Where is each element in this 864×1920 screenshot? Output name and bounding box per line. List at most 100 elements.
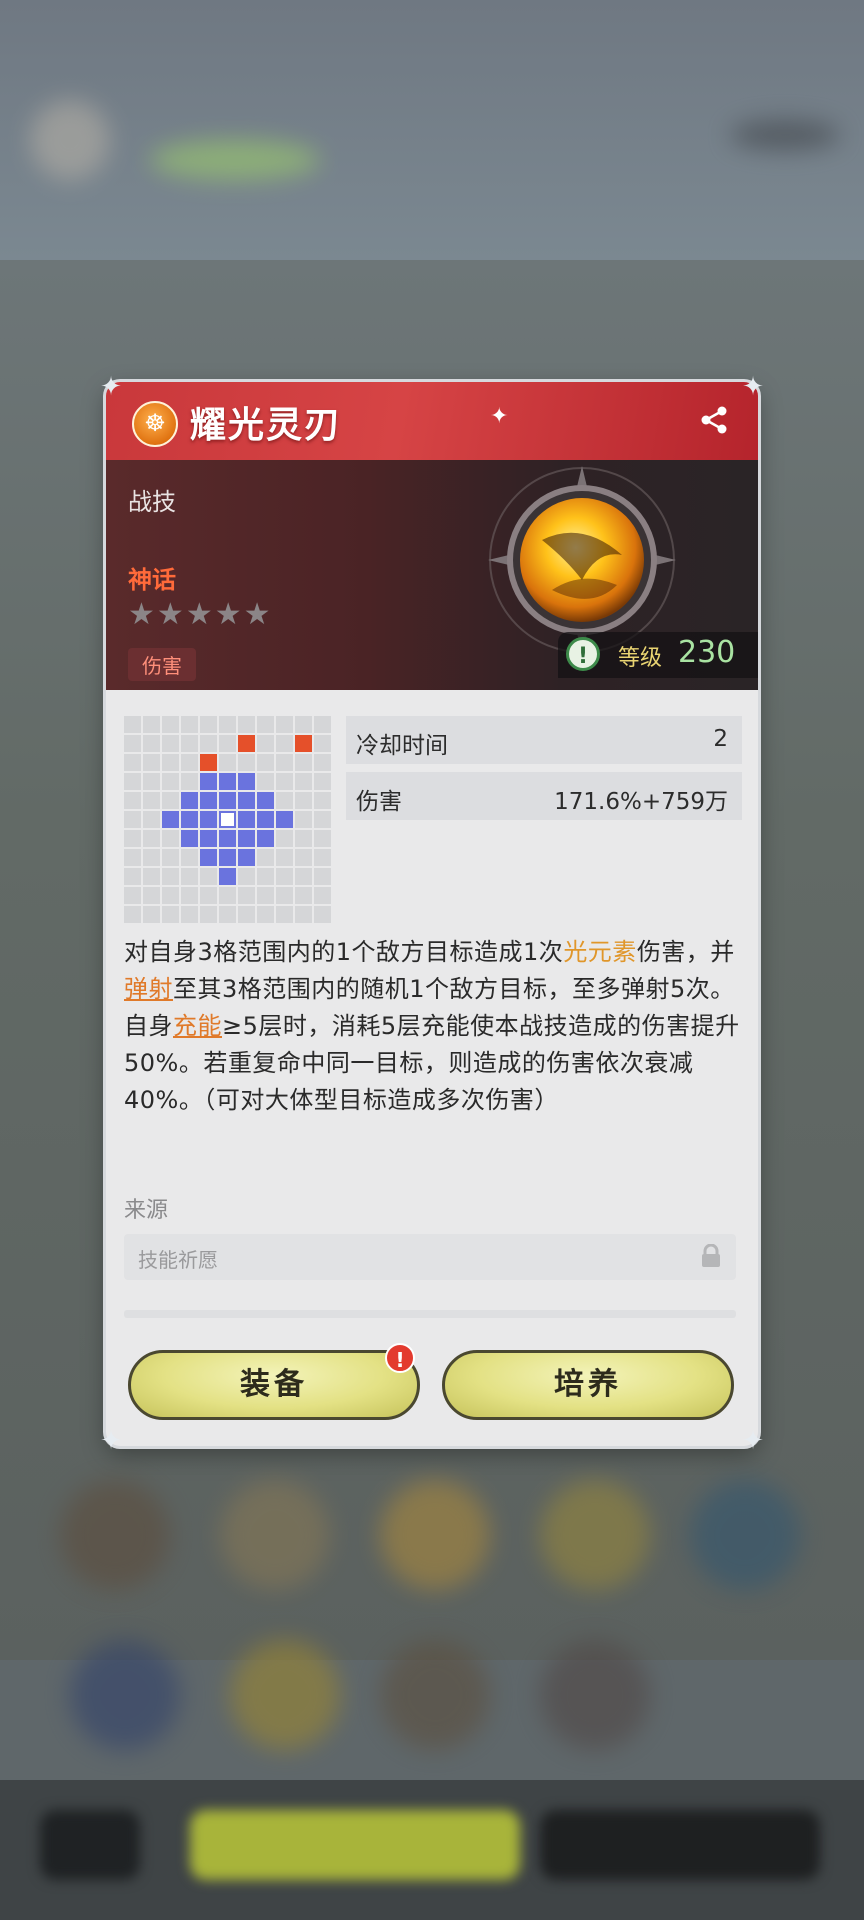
range-cell <box>124 716 141 733</box>
charge-keyword-link[interactable]: 充能 <box>173 1012 222 1040</box>
corner-ornament-icon: ✦ <box>100 1426 122 1456</box>
range-cell <box>314 906 331 923</box>
equip-button[interactable]: 装备 ! <box>128 1343 420 1420</box>
bounce-keyword-link[interactable]: 弹射 <box>124 975 173 1003</box>
skill-name: 耀光灵刃 <box>190 405 343 446</box>
title-bar: ☸ 耀光灵刃 ✦ <box>106 382 758 460</box>
range-cell <box>200 868 217 885</box>
range-cell <box>200 887 217 904</box>
train-button-label: 培养 <box>554 1367 622 1402</box>
skill-tag: 伤害 <box>128 648 196 681</box>
range-cell <box>238 868 255 885</box>
range-cell <box>238 906 255 923</box>
range-cell <box>276 792 293 809</box>
corner-ornament-icon: ✦ <box>742 1426 764 1456</box>
range-cell <box>181 849 198 866</box>
range-cell <box>124 754 141 771</box>
range-cell <box>200 849 217 866</box>
range-cell <box>181 716 198 733</box>
range-cell <box>314 773 331 790</box>
range-cell <box>124 735 141 752</box>
range-cell <box>162 754 179 771</box>
share-icon[interactable] <box>698 404 730 436</box>
range-cell <box>276 716 293 733</box>
star-icon: ★ <box>156 597 184 632</box>
range-cell <box>162 811 179 828</box>
range-cell <box>181 868 198 885</box>
range-cell <box>219 811 236 828</box>
range-cell <box>162 773 179 790</box>
range-cell <box>314 754 331 771</box>
range-cell <box>257 868 274 885</box>
range-cell <box>219 868 236 885</box>
range-cell <box>181 811 198 828</box>
range-cell <box>200 792 217 809</box>
range-cell <box>162 792 179 809</box>
description-text: 对自身3格范围内的1个敌方目标造成1次 <box>124 938 564 966</box>
skill-detail-dialog: ☸ 耀光灵刃 ✦ 战技 神话 ★ ★ ★ ★ ★ 伤害 ! 等级 230 冷却时… <box>106 382 758 1446</box>
range-cell <box>200 735 217 752</box>
range-cell <box>143 830 160 847</box>
star-rating: ★ ★ ★ ★ ★ <box>128 600 271 630</box>
train-button[interactable]: 培养 <box>442 1350 734 1420</box>
range-cell <box>143 849 160 866</box>
alert-badge-icon: ! <box>385 1343 415 1373</box>
range-cell <box>295 811 312 828</box>
range-cell <box>295 754 312 771</box>
attack-range-grid <box>124 716 332 924</box>
range-cell <box>219 735 236 752</box>
range-cell <box>257 735 274 752</box>
range-cell <box>181 754 198 771</box>
range-cell <box>295 716 312 733</box>
sparkle-icon: ✦ <box>490 404 509 429</box>
range-cell <box>181 773 198 790</box>
range-cell <box>238 735 255 752</box>
range-cell <box>143 792 160 809</box>
range-cell <box>200 773 217 790</box>
stat-value: 171.6%+759万 <box>554 789 728 815</box>
range-cell <box>124 887 141 904</box>
divider <box>124 1310 736 1318</box>
range-cell <box>219 716 236 733</box>
light-element-keyword: 光元素 <box>563 938 637 966</box>
range-cell <box>124 868 141 885</box>
range-cell <box>257 811 274 828</box>
range-cell <box>276 906 293 923</box>
range-cell <box>219 887 236 904</box>
stat-row-damage: 伤害 171.6%+759万 <box>346 772 742 820</box>
range-cell <box>314 830 331 847</box>
range-cell <box>181 906 198 923</box>
range-cell <box>162 868 179 885</box>
star-icon: ★ <box>214 597 242 632</box>
range-cell <box>124 811 141 828</box>
range-cell <box>295 735 312 752</box>
range-cell <box>124 830 141 847</box>
range-cell <box>314 887 331 904</box>
range-cell <box>257 716 274 733</box>
range-cell <box>295 849 312 866</box>
mask-icon: ☸ <box>132 401 178 447</box>
range-cell <box>124 792 141 809</box>
range-cell <box>200 754 217 771</box>
range-cell <box>238 887 255 904</box>
range-cell <box>276 868 293 885</box>
range-cell <box>162 906 179 923</box>
range-cell <box>276 849 293 866</box>
range-cell <box>124 773 141 790</box>
range-cell <box>200 811 217 828</box>
info-icon[interactable]: ! <box>566 637 600 671</box>
range-cell <box>295 792 312 809</box>
range-cell <box>238 773 255 790</box>
range-cell <box>143 887 160 904</box>
range-cell <box>181 887 198 904</box>
range-cell <box>124 849 141 866</box>
range-cell <box>181 735 198 752</box>
range-cell <box>143 811 160 828</box>
range-cell <box>200 906 217 923</box>
range-cell <box>238 811 255 828</box>
range-cell <box>257 754 274 771</box>
range-cell <box>314 792 331 809</box>
range-cell <box>295 906 312 923</box>
range-cell <box>200 830 217 847</box>
range-cell <box>219 773 236 790</box>
